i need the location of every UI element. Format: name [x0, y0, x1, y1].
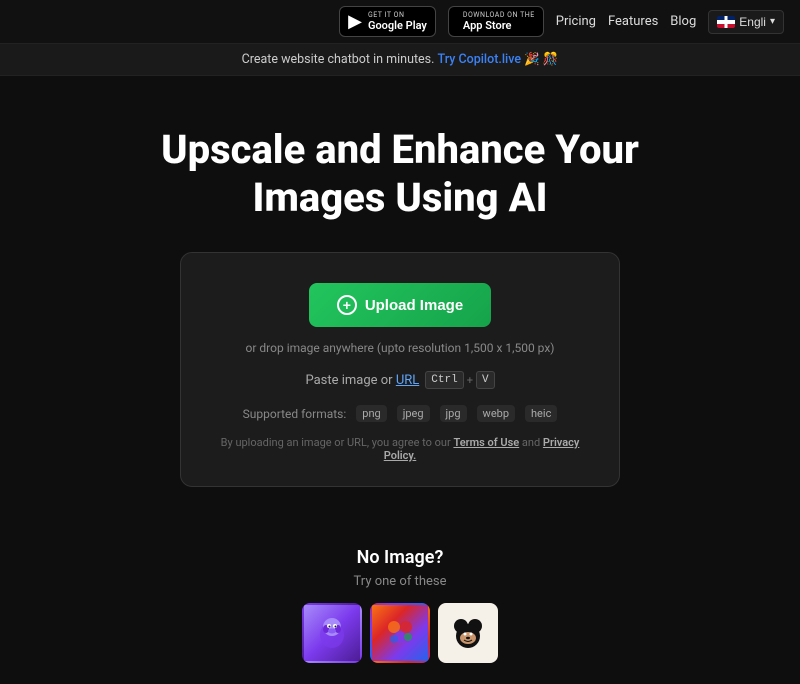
keyboard-shortcut: Ctrl + V	[425, 371, 494, 389]
sample-section: No Image? Try one of these	[0, 517, 800, 683]
sample-thumb-mickey[interactable]	[438, 603, 498, 663]
url-link[interactable]: URL	[396, 373, 419, 388]
v-key: V	[476, 371, 495, 389]
google-play-badge[interactable]: ▶ GET IT ON Google Play	[339, 6, 436, 37]
language-label: Engli	[739, 15, 766, 29]
drop-hint: or drop image anywhere (upto resolution …	[211, 341, 589, 355]
upload-image-button[interactable]: + Upload Image	[309, 283, 491, 327]
announcement-bar: Create website chatbot in minutes. Try C…	[0, 44, 800, 76]
nav-pricing[interactable]: Pricing	[556, 14, 596, 29]
tos-text: By uploading an image or URL, you agree …	[211, 436, 589, 462]
terms-of-use-link[interactable]: Terms of Use	[453, 436, 519, 449]
sample-thumb-colorful[interactable]	[370, 603, 430, 663]
app-store-text: Download on the App Store	[463, 11, 535, 32]
no-image-title: No Image?	[20, 547, 780, 568]
mickey-figure	[440, 605, 496, 661]
sample-thumb-ape[interactable]	[302, 603, 362, 663]
top-navigation: ▶ GET IT ON Google Play Download on the …	[0, 0, 800, 44]
hero-section: Upscale and Enhance Your Images Using AI…	[0, 76, 800, 517]
google-play-icon: ▶	[348, 13, 362, 31]
paste-row: Paste image or URL Ctrl + V	[211, 371, 589, 389]
announcement-emoji: 🎉 🎊	[524, 52, 558, 67]
chevron-down-icon: ▾	[770, 16, 775, 27]
upload-icon: +	[337, 295, 357, 315]
format-jpeg: jpeg	[397, 405, 430, 422]
ape-figure	[304, 605, 360, 661]
nav-features[interactable]: Features	[608, 14, 658, 29]
upload-card: + Upload Image or drop image anywhere (u…	[180, 252, 620, 487]
format-png: png	[356, 405, 386, 422]
format-jpg: jpg	[440, 405, 467, 422]
language-selector[interactable]: Engli ▾	[708, 10, 784, 34]
format-heic: heic	[525, 405, 557, 422]
format-webp: webp	[477, 405, 515, 422]
plus-sep: +	[467, 374, 473, 387]
google-play-text: GET IT ON Google Play	[368, 11, 427, 32]
flag-icon	[717, 16, 735, 28]
nav-blog[interactable]: Blog	[670, 14, 696, 29]
announcement-text: Create website chatbot in minutes.	[242, 52, 435, 67]
hero-title: Upscale and Enhance Your Images Using AI	[100, 126, 700, 222]
sample-images-row	[20, 603, 780, 663]
formats-label: Supported formats:	[243, 407, 347, 421]
app-store-badge[interactable]: Download on the App Store	[448, 6, 544, 37]
formats-row: Supported formats: png jpeg jpg webp hei…	[211, 405, 589, 422]
ctrl-key: Ctrl	[425, 371, 463, 389]
colorful-figure	[372, 605, 428, 661]
announcement-cta[interactable]: Try Copilot.live	[438, 52, 522, 67]
try-one-label: Try one of these	[20, 574, 780, 589]
paste-label: Paste image or URL	[305, 373, 419, 388]
